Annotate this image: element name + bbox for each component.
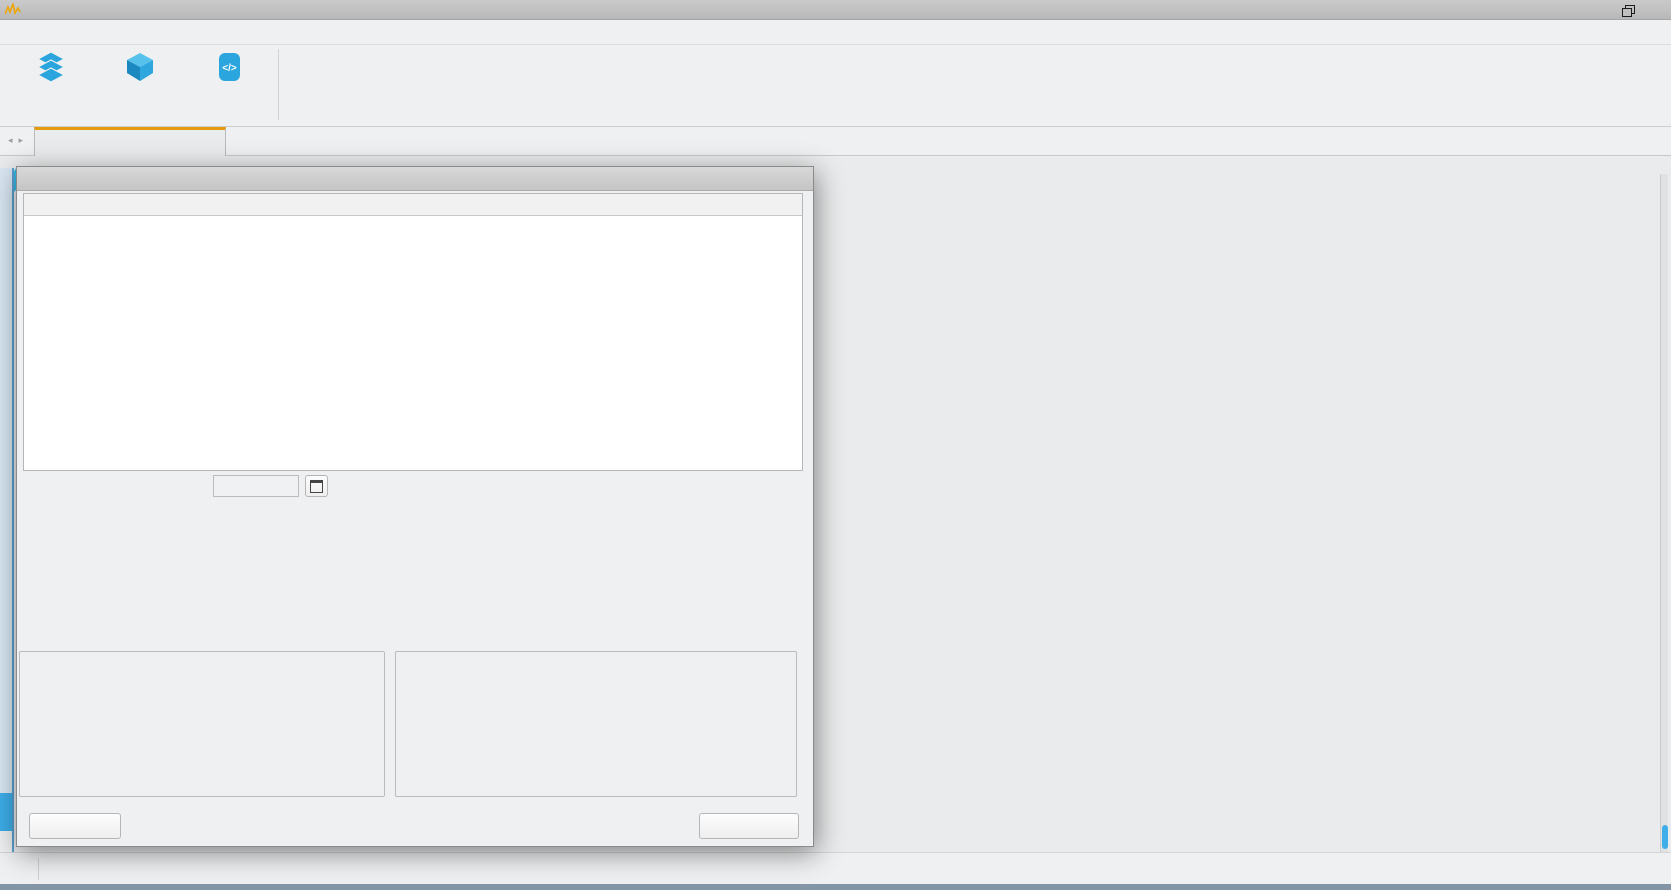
bottom-strip — [0, 884, 1671, 890]
layers-icon — [35, 51, 67, 83]
materials-editor-button[interactable] — [8, 45, 94, 126]
chart-vertical-scrollbar[interactable] — [1660, 174, 1668, 852]
window-restore-icon[interactable] — [1622, 5, 1633, 15]
menubar — [0, 20, 1671, 45]
tab-scroll-arrows[interactable]: ◂▸ — [8, 135, 29, 146]
scrollbar-thumb[interactable] — [1662, 825, 1668, 849]
table-header[interactable] — [24, 194, 802, 216]
svg-text:</>: </> — [222, 63, 237, 74]
table-body[interactable] — [24, 216, 802, 470]
toolbar: </> — [0, 45, 1671, 127]
background-window-edge-highlight — [0, 793, 12, 831]
isotopic-composition-dialog — [16, 166, 814, 847]
statusbar-separator — [38, 858, 39, 880]
report-button[interactable] — [29, 813, 121, 839]
processing-date-input[interactable] — [213, 475, 299, 497]
show-results-group — [19, 651, 385, 797]
app-icon — [5, 3, 21, 16]
statusbar — [0, 852, 1671, 884]
pu242-content-group — [395, 651, 797, 797]
cube-icon — [124, 51, 156, 83]
background-window-edge — [0, 168, 14, 852]
results-section — [17, 471, 815, 601]
tab-pu-coaxial[interactable] — [34, 127, 226, 156]
tabbar: ◂▸ — [0, 127, 1671, 156]
code-icon: </> — [213, 51, 245, 83]
nuclide-table[interactable] — [23, 193, 803, 471]
dialog-titlebar[interactable] — [17, 167, 813, 191]
calendar-button[interactable] — [305, 475, 328, 497]
window-titlebar — [0, 0, 1671, 20]
calendar-icon — [310, 480, 323, 493]
background-window-edge-tail — [0, 831, 12, 852]
script-editor-button[interactable]: </> — [186, 45, 272, 126]
toolbar-separator — [278, 49, 279, 120]
close-button[interactable] — [699, 813, 799, 839]
container-edit-button[interactable] — [94, 45, 186, 126]
